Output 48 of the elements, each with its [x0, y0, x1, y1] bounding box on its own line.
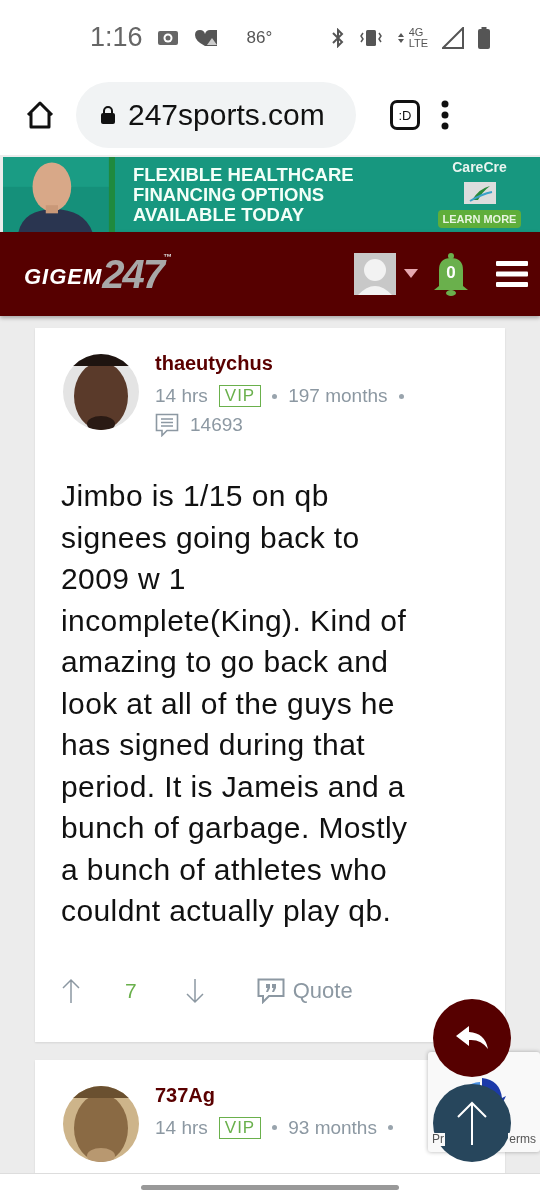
ad-headline: FLEXIBLE HEALTHCARE: [133, 164, 355, 185]
vip-badge: VIP: [218, 1116, 262, 1139]
post-body: Jimbo is 1/15 on qb signees going back to 2009 w 1 incomplete(King). Kind of amazing to go back and look at all of the guys he has signed during that period. It is Jameis and a bunch of garbage. Mostly a bunch of athletes who couldnt actually play qb.: [61, 478, 409, 929]
terms-link[interactable]: erms: [508, 1133, 537, 1146]
post-time: 14 hrs: [155, 385, 208, 407]
home-icon[interactable]: [24, 99, 56, 131]
signal-icon: [442, 26, 464, 49]
downvote-icon[interactable]: [184, 977, 205, 1004]
bluetooth-icon: [330, 27, 345, 48]
network-type: 4G: [408, 26, 425, 38]
vote-count: 7: [125, 978, 137, 1003]
battery-icon: [478, 26, 490, 49]
post-count: 14693: [190, 414, 243, 436]
ad-headline: AVAILABLE TODAY: [133, 204, 305, 225]
vibrate-icon: [358, 27, 383, 48]
author-link[interactable]: 737Ag: [155, 1083, 393, 1107]
site-logo[interactable]: GIGEM247™: [24, 252, 173, 296]
gallery-icon: [192, 28, 219, 47]
lock-icon: [100, 105, 116, 125]
comment-icon: [155, 413, 179, 437]
member-tenure: 197 months: [288, 385, 388, 407]
card-icon: [463, 181, 496, 204]
dot-separator: [272, 1125, 278, 1130]
network-type: LTE: [408, 37, 428, 49]
ad-headline: FINANCING OPTIONS: [133, 184, 326, 205]
address-bar[interactable]: 247sports.com: [76, 82, 356, 148]
up-arrow-icon: [457, 1101, 487, 1145]
tab-switcher-button[interactable]: :D: [390, 100, 420, 130]
upvote-icon[interactable]: [61, 977, 81, 1004]
dot-separator: [387, 1125, 393, 1130]
post-time: 14 hrs: [155, 1116, 208, 1139]
ad-banner[interactable]: FLEXIBLE HEALTHCARE FINANCING OPTIONS AVAILABLE TODAY CareCre LEARN MORE: [3, 157, 540, 232]
status-time: 1:16: [90, 22, 143, 53]
menu-icon[interactable]: [440, 100, 450, 130]
member-tenure: 93 months: [288, 1116, 377, 1139]
gesture-handle[interactable]: [141, 1184, 399, 1190]
quote-icon: [256, 977, 285, 1004]
temperature: 86°: [246, 27, 273, 48]
dot-separator: [398, 393, 404, 399]
menu-icon[interactable]: [496, 261, 528, 287]
ad-brand-logo: CareCre: [452, 159, 507, 175]
author-link[interactable]: thaeutychus: [155, 352, 404, 375]
dot-separator: [272, 393, 278, 399]
caret-icon[interactable]: [404, 269, 418, 279]
camera-icon: [156, 29, 179, 46]
vip-badge: VIP: [218, 385, 262, 407]
privacy-link[interactable]: Pr: [431, 1133, 445, 1146]
reply-arrow-icon: [455, 1025, 489, 1051]
